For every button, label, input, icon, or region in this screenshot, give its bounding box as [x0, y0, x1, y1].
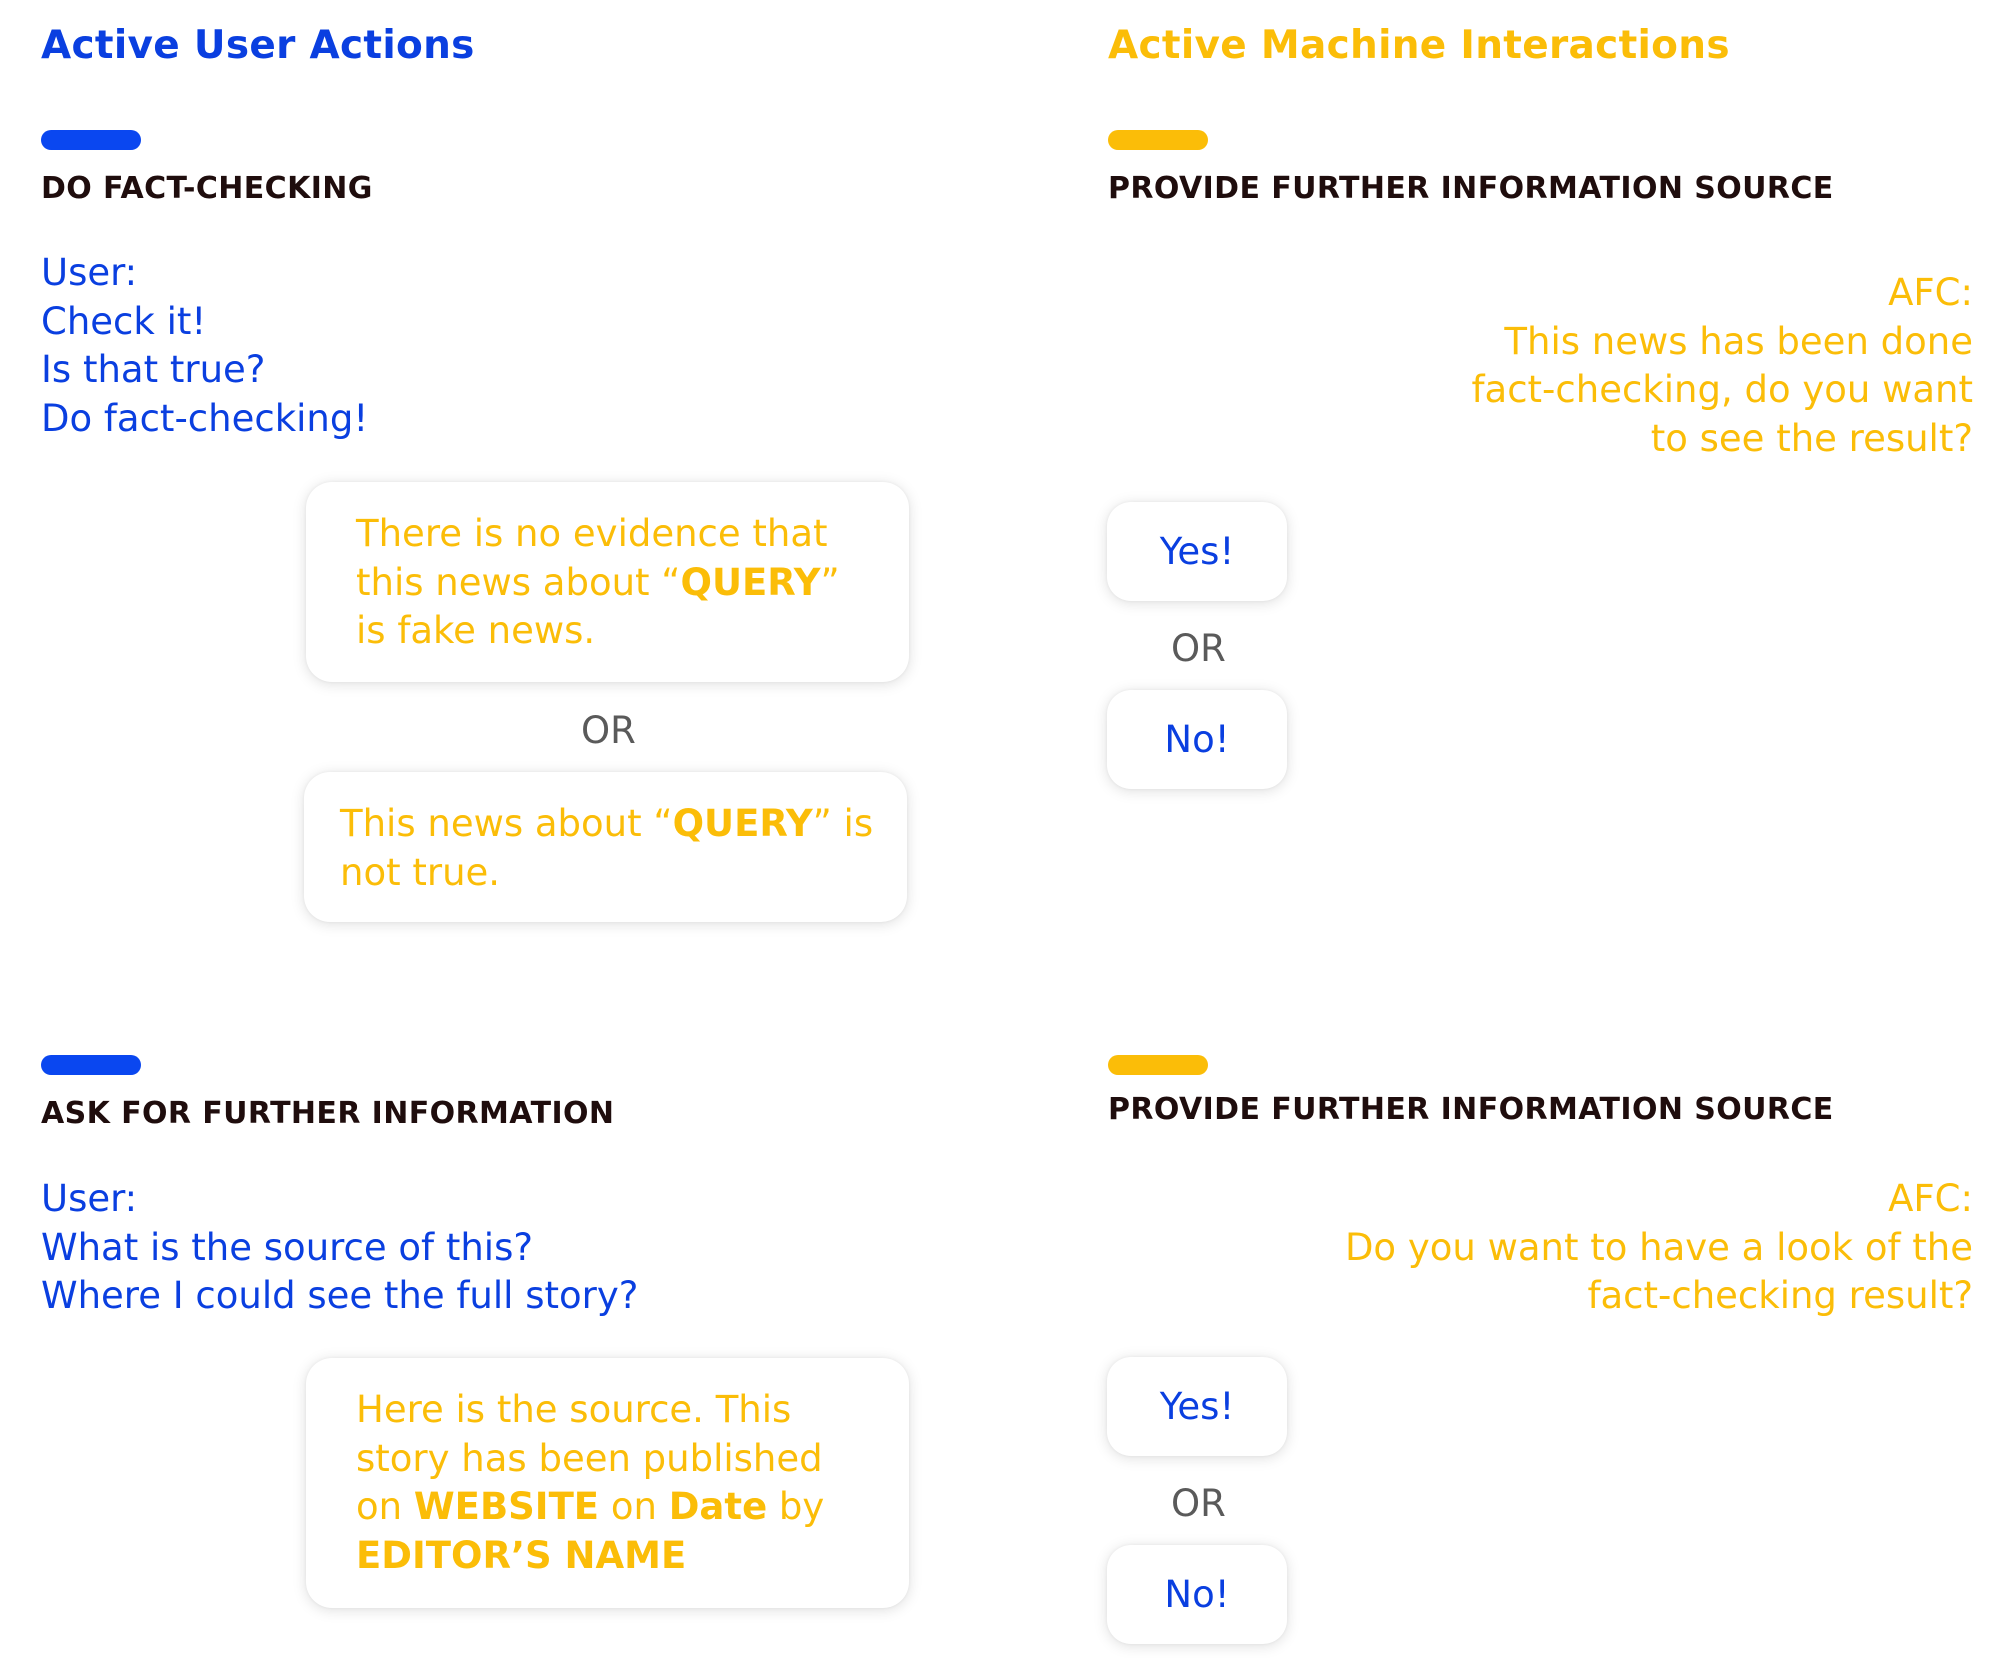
- section-accent-bar: [1108, 130, 1208, 150]
- bold-segment: QUERY: [672, 802, 813, 845]
- response-card: There is no evidence that this news about…: [306, 482, 909, 682]
- dialog-line: AFC:: [1888, 271, 1973, 314]
- dialog-line: fact-checking, do you want: [1471, 368, 1974, 411]
- text-segment: not true.: [340, 850, 501, 894]
- text-segment: is fake news.: [356, 609, 596, 652]
- bold-segment: QUERY: [680, 560, 821, 604]
- text-segment: Here is the source. This: [356, 1388, 792, 1431]
- user-dialog: User: What is the source of this? Where …: [41, 1175, 638, 1321]
- section-accent-bar: [41, 1055, 141, 1075]
- dialog-line: User:: [41, 1177, 138, 1220]
- dialog-line: Is that true?: [41, 348, 266, 391]
- bold-segment: Date: [668, 1485, 768, 1528]
- response-line: Here is the source. This: [356, 1386, 824, 1435]
- dialog-line: Do you want to have a look of the: [1344, 1225, 1973, 1269]
- or-label: OR: [581, 709, 636, 752]
- response-line: not true.: [340, 849, 873, 898]
- text-segment: by: [767, 1485, 825, 1528]
- dialog-line: Where I could see the full story?: [41, 1274, 639, 1317]
- afc-dialog: AFC: This news has been done fact-checki…: [1472, 269, 1974, 463]
- no-button[interactable]: No!: [1107, 1545, 1287, 1644]
- response-line: There is no evidence that: [356, 510, 840, 559]
- text-segment: this news about “: [356, 560, 681, 604]
- dialog-line: What is the source of this?: [41, 1225, 533, 1269]
- dialog-line: This news has been done: [1504, 319, 1973, 363]
- text-segment: ” is: [812, 802, 874, 845]
- response-line: story has been published: [356, 1435, 824, 1484]
- response-line: on WEBSITE on Date by: [356, 1483, 824, 1532]
- dialog-line: User:: [41, 251, 138, 294]
- text-segment: This news about “: [340, 802, 673, 845]
- response-line: is fake news.: [356, 607, 840, 656]
- section-heading: PROVIDE FURTHER INFORMATION SOURCE: [1108, 171, 1834, 206]
- text-segment: on: [599, 1485, 669, 1528]
- afc-dialog: AFC: Do you want to have a look of the f…: [1345, 1175, 1973, 1321]
- text-segment: on: [356, 1485, 414, 1528]
- user-dialog: User: Check it! Is that true? Do fact-ch…: [41, 249, 368, 443]
- dialog-line: fact-checking result?: [1587, 1274, 1973, 1317]
- section-accent-bar: [41, 130, 141, 150]
- response-line: this news about “QUERY”: [356, 559, 840, 608]
- yes-button[interactable]: Yes!: [1107, 1357, 1287, 1456]
- or-label: OR: [1171, 1482, 1226, 1525]
- left-column-title: Active User Actions: [41, 23, 475, 68]
- response-text: Here is the source. This story has been p…: [356, 1386, 824, 1580]
- response-text: There is no evidence that this news about…: [356, 510, 840, 656]
- dialog-line: Check it!: [41, 299, 207, 343]
- yes-button[interactable]: Yes!: [1107, 502, 1287, 601]
- response-card: Here is the source. This story has been p…: [306, 1358, 909, 1608]
- right-column-title: Active Machine Interactions: [1108, 23, 1730, 68]
- dialog-line: AFC:: [1888, 1177, 1973, 1220]
- text-segment: ”: [820, 560, 840, 604]
- response-line: EDITOR’S NAME: [356, 1532, 824, 1581]
- response-line: This news about “QUERY” is: [340, 800, 873, 849]
- dialog-line: Do fact-checking!: [41, 396, 369, 440]
- no-button[interactable]: No!: [1107, 690, 1287, 789]
- bold-segment: WEBSITE: [413, 1485, 600, 1528]
- section-accent-bar: [1108, 1055, 1208, 1075]
- section-heading: ASK FOR FURTHER INFORMATION: [41, 1096, 615, 1131]
- or-label: OR: [1171, 627, 1226, 670]
- response-card: This news about “QUERY” is not true.: [304, 772, 907, 922]
- section-heading: PROVIDE FURTHER INFORMATION SOURCE: [1108, 1092, 1834, 1127]
- text-segment: story has been published: [356, 1436, 823, 1480]
- text-segment: There is no evidence that: [356, 512, 828, 555]
- section-heading: DO FACT-CHECKING: [41, 171, 373, 206]
- dialog-line: to see the result?: [1650, 416, 1973, 460]
- response-text: This news about “QUERY” is not true.: [340, 800, 873, 897]
- bold-segment: EDITOR’S NAME: [356, 1533, 687, 1577]
